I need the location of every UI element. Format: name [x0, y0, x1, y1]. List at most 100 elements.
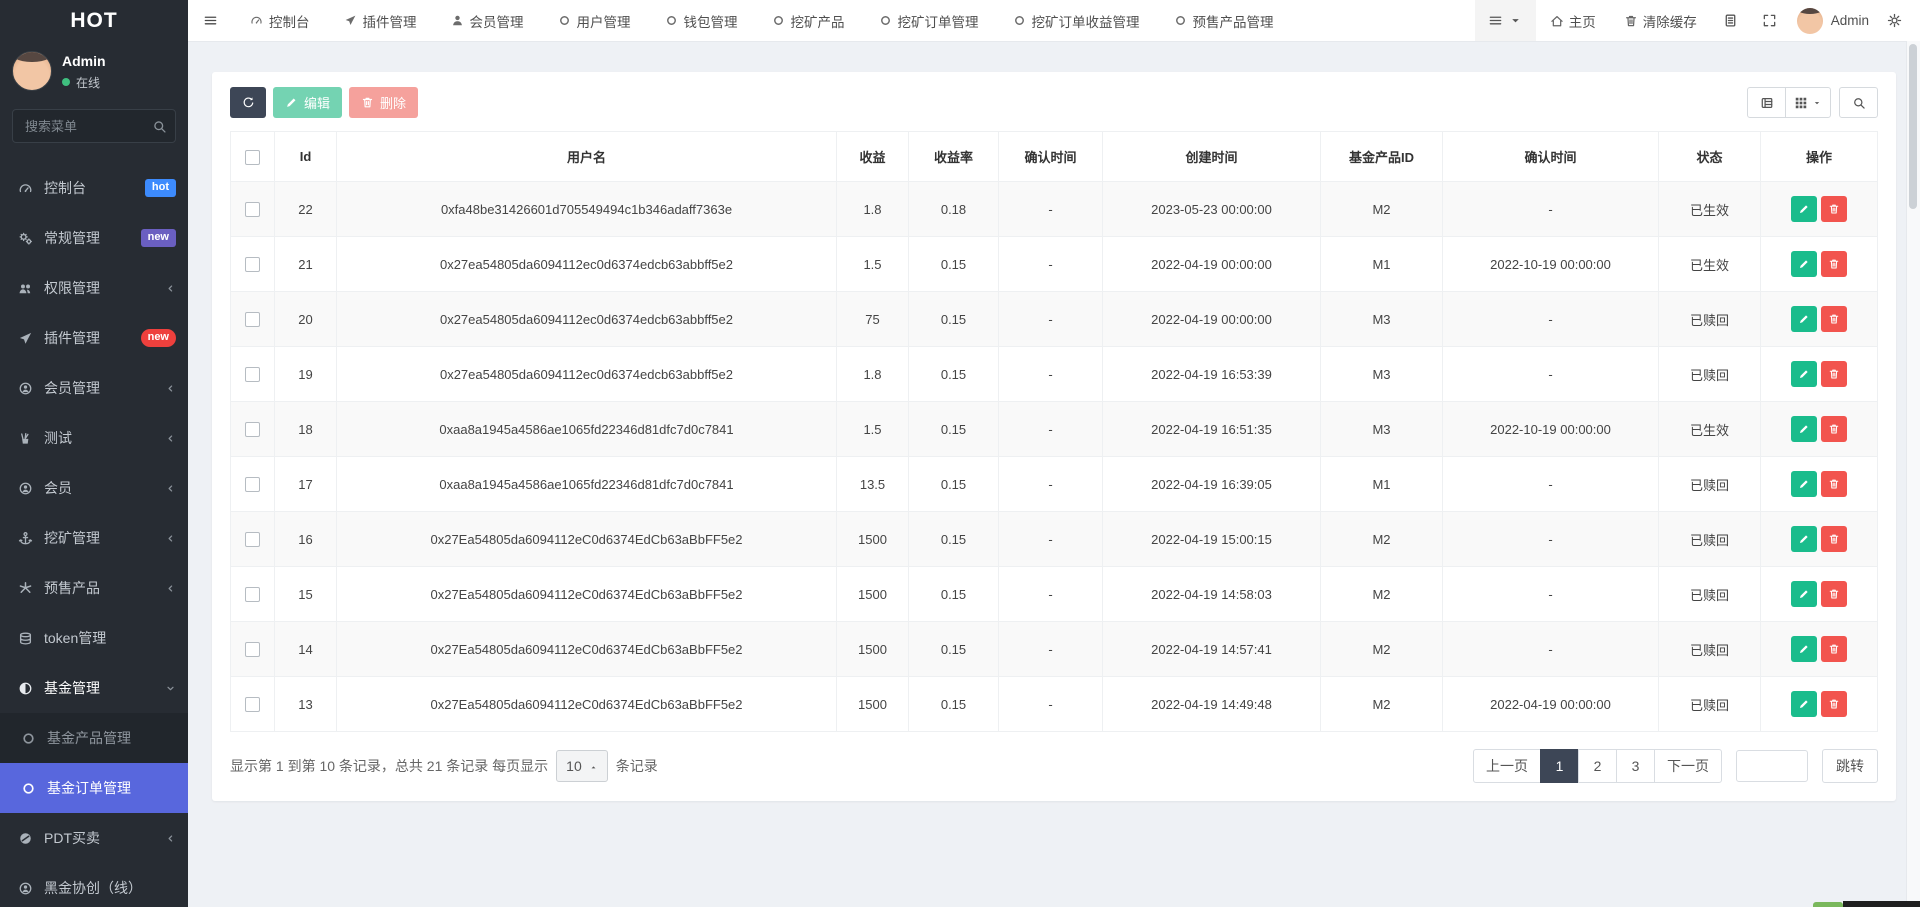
topnav-tab-wallet-management[interactable]: 钱包管理 — [648, 0, 755, 41]
search-icon[interactable] — [152, 118, 167, 136]
sidebar-item-mining-management[interactable]: 挖矿管理 — [0, 513, 188, 563]
users-icon — [18, 281, 33, 296]
row-delete-button[interactable] — [1821, 416, 1847, 442]
view-toggle-button[interactable] — [1785, 87, 1831, 118]
page-size-value: 10 — [566, 758, 582, 774]
row-delete-button[interactable] — [1821, 471, 1847, 497]
pencil-icon — [1798, 258, 1810, 270]
row-edit-button[interactable] — [1791, 416, 1817, 442]
jump-page-input[interactable] — [1736, 750, 1808, 782]
scrollbar-track[interactable] — [1906, 41, 1920, 907]
row-edit-button[interactable] — [1791, 526, 1817, 552]
topnav-tab-console[interactable]: 控制台 — [233, 0, 327, 41]
columns-button[interactable] — [1747, 87, 1786, 118]
cell-confirm_time: - — [999, 292, 1103, 347]
navbar-username[interactable]: Admin — [1823, 13, 1879, 28]
prev-page-button[interactable]: 上一页 — [1473, 749, 1541, 783]
cell-username: 0x27ea54805da6094112ec0d6374edcb63abbff5… — [337, 347, 837, 402]
sidebar-item-fund-order-management[interactable]: 基金订单管理 — [0, 763, 188, 813]
refresh-button[interactable] — [230, 87, 266, 118]
search-icon — [1852, 96, 1866, 110]
sidebar-item-console[interactable]: 控制台hot — [0, 163, 188, 213]
sidebar-item-clipped-bottom-item[interactable]: 黑金协创（线） — [0, 863, 188, 907]
row-checkbox[interactable] — [245, 367, 260, 382]
row-delete-button[interactable] — [1821, 526, 1847, 552]
sidebar-item-member-management[interactable]: 会员管理 — [0, 363, 188, 413]
clear-cache-button[interactable]: 清除缓存 — [1610, 11, 1711, 31]
disc-icon — [18, 831, 33, 846]
asterisk-icon — [18, 581, 33, 596]
caret-down-icon — [1508, 13, 1523, 28]
row-checkbox[interactable] — [245, 257, 260, 272]
page-button-2[interactable]: 2 — [1578, 749, 1617, 783]
cell-id: 16 — [275, 512, 337, 567]
sidebar-item-auth-management[interactable]: 权限管理 — [0, 263, 188, 313]
page-button-3[interactable]: 3 — [1616, 749, 1655, 783]
docs-icon[interactable] — [1711, 13, 1750, 28]
sidebar-item-member[interactable]: 会员 — [0, 463, 188, 513]
row-checkbox[interactable] — [245, 642, 260, 657]
row-edit-button[interactable] — [1791, 306, 1817, 332]
jump-button[interactable]: 跳转 — [1822, 749, 1878, 783]
tab-label: 挖矿产品 — [791, 11, 845, 31]
row-delete-button[interactable] — [1821, 306, 1847, 332]
sidebar-item-pdt-trade[interactable]: PDT买卖 — [0, 813, 188, 863]
navbar-avatar[interactable] — [1797, 8, 1823, 34]
sidebar-item-presale-product[interactable]: 预售产品 — [0, 563, 188, 613]
topnav-tab-member-management[interactable]: 会员管理 — [434, 0, 541, 41]
row-delete-button[interactable] — [1821, 691, 1847, 717]
home-button[interactable]: 主页 — [1536, 11, 1610, 31]
row-checkbox[interactable] — [245, 312, 260, 327]
topnav-tab-user-management[interactable]: 用户管理 — [541, 0, 648, 41]
user-avatar — [12, 51, 52, 91]
row-delete-button[interactable] — [1821, 581, 1847, 607]
row-checkbox[interactable] — [245, 422, 260, 437]
row-edit-button[interactable] — [1791, 581, 1817, 607]
row-checkbox[interactable] — [245, 202, 260, 217]
row-checkbox[interactable] — [245, 697, 260, 712]
row-checkbox[interactable] — [245, 587, 260, 602]
topnav-tab-mining-order-management[interactable]: 挖矿订单管理 — [862, 0, 996, 41]
topnav-tab-plugin-management[interactable]: 插件管理 — [327, 0, 434, 41]
sidebar-item-test[interactable]: 测试 — [0, 413, 188, 463]
delete-button[interactable]: 删除 — [349, 87, 418, 118]
sidebar-item-general-management[interactable]: 常规管理new — [0, 213, 188, 263]
edit-button[interactable]: 编辑 — [273, 87, 342, 118]
cell-create_time: 2022-04-19 00:00:00 — [1103, 292, 1321, 347]
row-edit-button[interactable] — [1791, 196, 1817, 222]
tab-label: 挖矿订单收益管理 — [1032, 11, 1140, 31]
scrollbar-thumb[interactable] — [1909, 44, 1917, 209]
row-delete-button[interactable] — [1821, 251, 1847, 277]
page-size-select[interactable]: 10 — [556, 750, 608, 782]
row-delete-button[interactable] — [1821, 361, 1847, 387]
gear-icon[interactable] — [1879, 13, 1920, 28]
row-checkbox[interactable] — [245, 477, 260, 492]
column-header: 基金产品ID — [1321, 132, 1443, 182]
sidebar-toggle-icon[interactable] — [188, 13, 233, 28]
row-checkbox[interactable] — [245, 532, 260, 547]
row-delete-button[interactable] — [1821, 636, 1847, 662]
sidebar-item-fund-product-management[interactable]: 基金产品管理 — [0, 713, 188, 763]
topnav-tab-mining-order-income-management[interactable]: 挖矿订单收益管理 — [996, 0, 1157, 41]
select-all-checkbox[interactable] — [245, 150, 260, 165]
cell-checkbox — [231, 512, 275, 567]
row-edit-button[interactable] — [1791, 471, 1817, 497]
topnav-tab-mining-product[interactable]: 挖矿产品 — [755, 0, 862, 41]
sidebar-item-token-management[interactable]: token管理 — [0, 613, 188, 663]
search-toggle-button[interactable] — [1839, 87, 1878, 118]
cell-username: 0x27ea54805da6094112ec0d6374edcb63abbff5… — [337, 292, 837, 347]
row-edit-button[interactable] — [1791, 691, 1817, 717]
tabs-dropdown-button[interactable] — [1475, 0, 1536, 41]
sidebar-item-fund-management[interactable]: 基金管理 — [0, 663, 188, 713]
row-edit-button[interactable] — [1791, 361, 1817, 387]
page-button-1[interactable]: 1 — [1540, 749, 1579, 783]
row-edit-button[interactable] — [1791, 251, 1817, 277]
sidebar-item-plugin-management[interactable]: 插件管理new — [0, 313, 188, 363]
token-icon — [18, 631, 33, 646]
column-header: Id — [275, 132, 337, 182]
next-page-button[interactable]: 下一页 — [1654, 749, 1722, 783]
topnav-tab-presale-product-management[interactable]: 预售产品管理 — [1157, 0, 1291, 41]
row-edit-button[interactable] — [1791, 636, 1817, 662]
row-delete-button[interactable] — [1821, 196, 1847, 222]
fullscreen-icon[interactable] — [1750, 13, 1789, 28]
